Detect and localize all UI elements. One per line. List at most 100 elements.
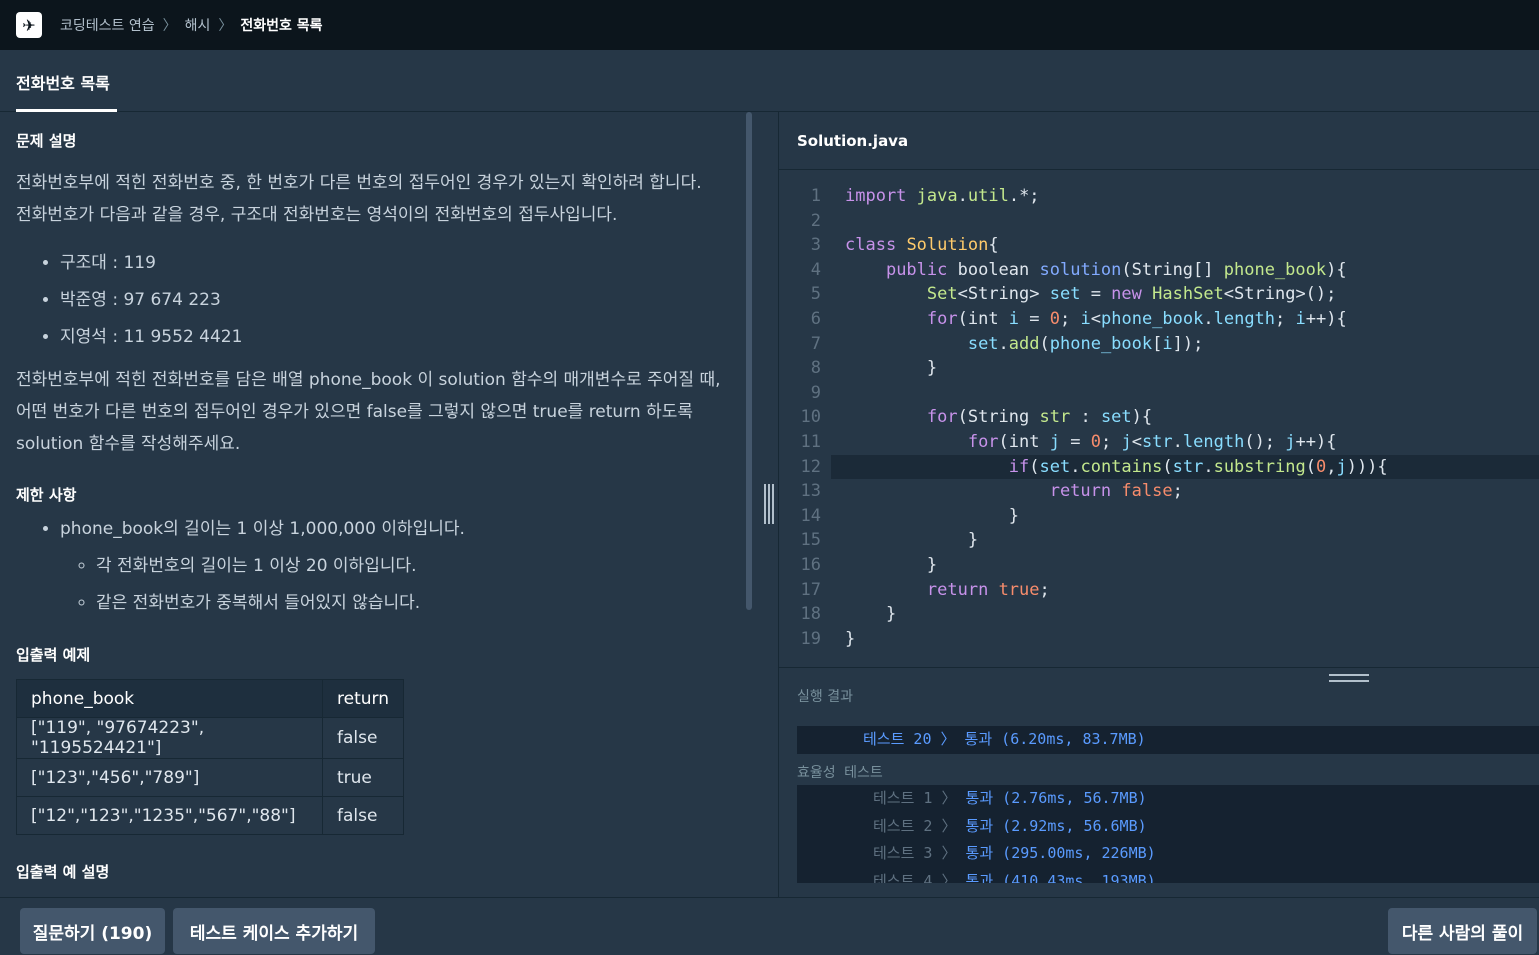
result-test-label: 테스트 3 〉 [873, 844, 957, 862]
ask-question-button[interactable]: 질문하기 (190) [20, 908, 165, 954]
code-line-active: 12 if(set.contains(str.substring(0,j))){ [801, 454, 1539, 480]
task-line: solution 함수를 작성해주세요. [16, 434, 241, 454]
result-row: 테스트 2 〉 통과 (2.92ms, 56.6MB) [873, 813, 1539, 841]
result-row: 테스트 1 〉 통과 (2.76ms, 56.7MB) [873, 785, 1539, 813]
line-number: 10 [800, 407, 821, 428]
code-line: 6 for(int i = 0; i<phone_book.length; i+… [779, 307, 1539, 332]
table-header-row: phone_book return [16, 679, 404, 718]
code-line: 5 Set<String> set = new HashSet<String>(… [779, 282, 1539, 307]
example-list: 구조대 : 119 박준영 : 97 674 223 지영석 : 11 9552… [60, 245, 744, 356]
efficiency-label: 효율성 테스트 [797, 765, 883, 781]
table-row: ["12","123","1235","567","88"] false [16, 796, 404, 835]
breadcrumb-coding-test[interactable]: 코딩테스트 연습 [60, 15, 155, 35]
code-line: 11 for(int j = 0; j<str.length(); j++){ [779, 430, 1539, 455]
result-divider [779, 667, 1539, 668]
bottom-action-bar: 질문하기 (190) 테스트 케이스 추가하기 다른 사람의 풀이 [0, 897, 1539, 955]
list-item: 박준영 : 97 674 223 [60, 282, 744, 319]
table-cell: ["123","456","789"] [16, 758, 323, 797]
limits-sublist: 각 전화번호의 길이는 1 이상 20 이하입니다. 같은 전화번호가 중복해서… [96, 548, 744, 622]
breadcrumb-hash[interactable]: 해시 [185, 15, 211, 35]
code-line: 3 class Solution{ [779, 233, 1539, 258]
code-line: 19} [779, 627, 1539, 652]
line-number: 5 [810, 284, 821, 305]
list-item: 같은 전화번호가 중복해서 들어있지 않습니다. [96, 585, 744, 622]
list-item: 구조대 : 119 [60, 245, 744, 282]
table-cell: ["119", "97674223", "1195524421"] [16, 717, 323, 759]
chevron-right-icon: 〉 [162, 18, 177, 34]
table-row: ["123","456","789"] true [16, 758, 404, 797]
table-cell: true [322, 758, 404, 797]
line-number: 1 [810, 186, 821, 206]
line-number: 4 [810, 259, 821, 280]
result-resize-handle-icon[interactable] [1329, 674, 1369, 682]
result-box-correctness: 테스트 20 〉 통과 (6.20ms, 83.7MB) [797, 726, 1539, 754]
splitter-grip-icon[interactable] [764, 484, 774, 524]
section-heading-io-desc: 입출력 예 설명 [16, 863, 110, 881]
result-row: 테스트 3 〉 통과 (295.00ms, 226MB) [873, 840, 1539, 868]
tab-bar: 전화번호 목록 [0, 50, 1539, 112]
code-line: 9 [779, 381, 1539, 406]
task-description: 전화번호부에 적힌 전화번호를 담은 배열 phone_book 이 solut… [16, 364, 744, 460]
problem-panel: 문제 설명 전화번호부에 적힌 전화번호 중, 한 번호가 다른 번호의 접두어… [0, 112, 760, 897]
others-solutions-button[interactable]: 다른 사람의 풀이 [1388, 908, 1537, 954]
code-line: 18 } [779, 602, 1539, 627]
result-row: 테스트 4 〉 통과 (410.43ms, 193MB) [873, 868, 1539, 884]
code-line: 8 } [779, 356, 1539, 381]
list-item: phone_book의 길이는 1 이상 1,000,000 이하입니다. 각 … [60, 511, 744, 622]
problem-scrollbar[interactable] [746, 112, 752, 610]
section-heading-io: 입출력 예제 [16, 646, 91, 664]
list-item: 지영석 : 11 9552 4421 [60, 319, 744, 356]
limits-list: phone_book의 길이는 1 이상 1,000,000 이하입니다. 각 … [60, 511, 744, 622]
editor-filename: Solution.java [779, 112, 1539, 170]
code-editor[interactable]: 1 import java.util.*; 2 3 class Solution{ … [779, 184, 1539, 654]
line-number: 2 [810, 210, 821, 231]
line-number: 12 [800, 456, 821, 477]
result-value: 통과 (2.76ms, 56.7MB) [965, 789, 1147, 807]
code-line: 10 for(String str : set){ [779, 405, 1539, 430]
line-number: 11 [800, 431, 821, 452]
tab-problem[interactable]: 전화번호 목록 [16, 50, 117, 112]
result-test-label: 테스트 2 〉 [873, 816, 957, 835]
add-testcase-button[interactable]: 테스트 케이스 추가하기 [173, 908, 375, 954]
code-line: 13 return false; [779, 479, 1539, 504]
line-number: 18 [800, 604, 821, 625]
code-line: 16 } [779, 553, 1539, 578]
table-header: phone_book [16, 679, 323, 718]
line-number: 8 [810, 358, 821, 379]
top-navbar: ✈ 코딩테스트 연습 〉 해시 〉 전화번호 목록 [0, 0, 1539, 50]
result-value: 통과 (2.92ms, 56.6MB) [965, 816, 1147, 835]
result-test-label: 테스트 4 〉 [873, 871, 957, 884]
result-row: 테스트 20 〉 통과 (6.20ms, 83.7MB) [863, 730, 1146, 748]
desc-line: 전화번호부에 적힌 전화번호 중, 한 번호가 다른 번호의 접두어인 경우가 … [16, 173, 702, 193]
table-cell: false [322, 796, 404, 835]
programmers-logo-icon[interactable]: ✈ [16, 12, 42, 38]
breadcrumb-current: 전화번호 목록 [240, 18, 323, 34]
code-line: 1 import java.util.*; [779, 184, 1539, 209]
line-number: 9 [810, 382, 821, 403]
editor-panel: Solution.java 1 import java.util.*; 2 3 cl… [778, 112, 1539, 897]
code-line: 17 return true; [779, 578, 1539, 603]
line-number: 15 [800, 530, 821, 551]
task-line: 어떤 번호가 다른 번호의 접두어인 경우가 있으면 false를 그렇지 않으… [16, 402, 693, 422]
result-value: 통과 (410.43ms, 193MB) [965, 871, 1156, 884]
line-number: 13 [800, 481, 821, 502]
table-header: return [322, 679, 404, 718]
result-test-label: 테스트 1 〉 [873, 789, 957, 807]
code-line: 2 [779, 209, 1539, 234]
desc-line: 전화번호가 다음과 같을 경우, 구조대 전화번호는 영석이의 전화번호의 접두… [16, 205, 618, 225]
chevron-right-icon: 〉 [218, 18, 233, 34]
table-cell: false [322, 717, 404, 759]
table-row: ["119", "97674223", "1195524421"] false [16, 717, 404, 759]
line-number: 16 [800, 554, 821, 575]
result-title: 실행 결과 [797, 689, 853, 705]
code-line: 15 } [779, 528, 1539, 553]
code-line: 4 public boolean solution(String[] phone… [779, 258, 1539, 283]
problem-description: 전화번호부에 적힌 전화번호 중, 한 번호가 다른 번호의 접두어인 경우가 … [16, 167, 744, 231]
line-number: 14 [800, 505, 821, 526]
table-cell: ["12","123","1235","567","88"] [16, 796, 323, 835]
io-example-table: phone_book return ["119", "97674223", "1… [16, 679, 404, 835]
code-line: 7 set.add(phone_book[i]); [779, 332, 1539, 357]
line-number: 6 [810, 308, 821, 329]
result-box-efficiency: 테스트 1 〉 통과 (2.76ms, 56.7MB) 테스트 2 〉 통과 (… [797, 785, 1539, 883]
limit-text: phone_book의 길이는 1 이상 1,000,000 이하입니다. [60, 519, 465, 539]
